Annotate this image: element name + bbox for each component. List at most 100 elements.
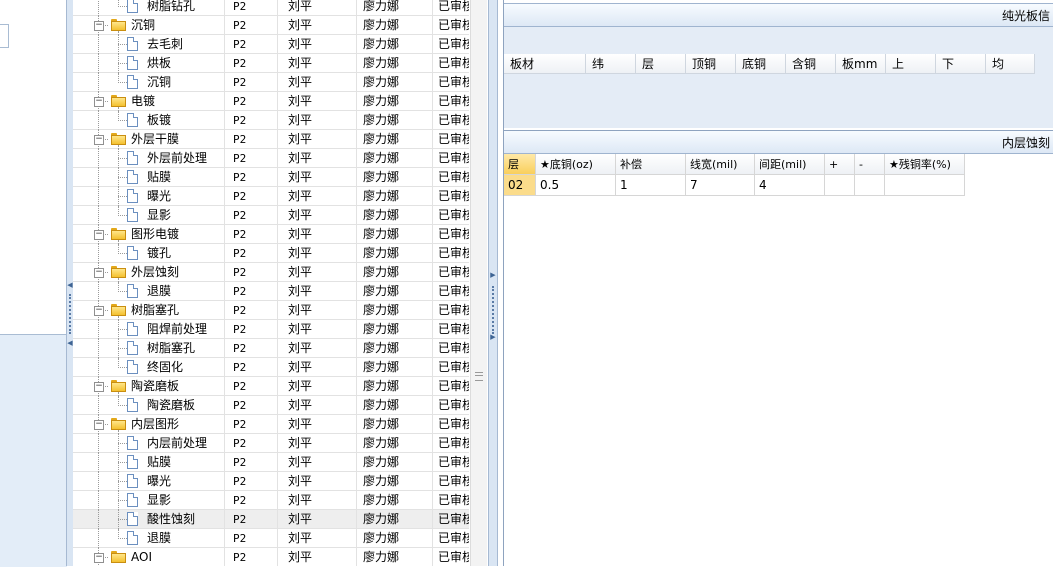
tree-row[interactable]: 沉铜 P2 刘平 廖力娜 已审核 xyxy=(73,73,469,92)
collapse-node-icon[interactable]: − xyxy=(94,97,104,107)
tree-node-cell[interactable]: 阻焊前处理 xyxy=(73,320,225,339)
tree-row[interactable]: 显影 P2 刘平 廖力娜 已审核 xyxy=(73,206,469,225)
tree-node-cell[interactable]: − 外层干膜 xyxy=(73,130,225,149)
tree-row[interactable]: 阻焊前处理 P2 刘平 廖力娜 已审核 xyxy=(73,320,469,339)
inner-etch-column-header[interactable]: 间距(mil) xyxy=(755,154,825,175)
tree-row[interactable]: 烘板 P2 刘平 廖力娜 已审核 xyxy=(73,54,469,73)
inner-etch-column-header[interactable]: 层 xyxy=(504,154,536,175)
tree-node-cell[interactable]: 贴膜 xyxy=(73,168,225,187)
tree-row[interactable]: − AOI P2 刘平 廖力娜 已审核 xyxy=(73,548,469,566)
middle-splitter[interactable]: ▶ ▶ xyxy=(488,0,498,566)
tree-node-cell[interactable]: 酸性蚀刻 xyxy=(73,510,225,529)
tree-node-cell[interactable]: − 图形电镀 xyxy=(73,225,225,244)
tree-row[interactable]: 内层前处理 P2 刘平 廖力娜 已审核 xyxy=(73,434,469,453)
tree-row[interactable]: 酸性蚀刻 P2 刘平 廖力娜 已审核 xyxy=(73,510,469,529)
board-info-column-header[interactable]: 层 xyxy=(636,54,686,74)
inner-etch-value-cell[interactable]: 4 xyxy=(755,175,825,196)
tree-node-cell[interactable]: − 陶瓷磨板 xyxy=(73,377,225,396)
tree-node-cell[interactable]: 树脂钻孔 xyxy=(73,0,225,16)
tree-row[interactable]: − 电镀 P2 刘平 廖力娜 已审核 xyxy=(73,92,469,111)
tree-vertical-scrollbar[interactable] xyxy=(470,0,487,566)
collapse-node-icon[interactable]: − xyxy=(94,306,104,316)
tree-node-cell[interactable]: 终固化 xyxy=(73,358,225,377)
tree-row[interactable]: 板镀 P2 刘平 廖力娜 已审核 xyxy=(73,111,469,130)
tree-node-cell[interactable]: − 沉铜 xyxy=(73,16,225,35)
collapse-node-icon[interactable]: − xyxy=(94,268,104,278)
tree-node-cell[interactable]: 显影 xyxy=(73,491,225,510)
tree-row[interactable]: 去毛刺 P2 刘平 廖力娜 已审核 xyxy=(73,35,469,54)
tree-node-cell[interactable]: 显影 xyxy=(73,206,225,225)
board-info-column-header[interactable]: 上 xyxy=(886,54,936,74)
left-panel-input-edge[interactable] xyxy=(0,24,9,48)
tree-row[interactable]: 贴膜 P2 刘平 廖力娜 已审核 xyxy=(73,453,469,472)
tree-node-cell[interactable]: 去毛刺 xyxy=(73,35,225,54)
tree-node-cell[interactable]: 外层前处理 xyxy=(73,149,225,168)
tree-node-cell[interactable]: 板镀 xyxy=(73,111,225,130)
collapse-node-icon[interactable]: − xyxy=(94,21,104,31)
tree-row[interactable]: 退膜 P2 刘平 廖力娜 已审核 xyxy=(73,282,469,301)
collapse-node-icon[interactable]: − xyxy=(94,420,104,430)
tree-node-cell[interactable]: − AOI xyxy=(73,548,225,566)
collapse-right-arrow-icon-2[interactable]: ▶ xyxy=(490,334,496,341)
tree-row[interactable]: 退膜 P2 刘平 廖力娜 已审核 xyxy=(73,529,469,548)
collapse-node-icon[interactable]: − xyxy=(94,135,104,145)
tree-node-cell[interactable]: 内层前处理 xyxy=(73,434,225,453)
inner-etch-value-cell[interactable] xyxy=(885,175,965,196)
collapse-node-icon[interactable]: − xyxy=(94,553,104,563)
inner-etch-column-header[interactable]: - xyxy=(855,154,885,175)
tree-row[interactable]: − 陶瓷磨板 P2 刘平 廖力娜 已审核 xyxy=(73,377,469,396)
tree-row[interactable]: − 内层图形 P2 刘平 廖力娜 已审核 xyxy=(73,415,469,434)
tree-row[interactable]: 树脂钻孔 P2 刘平 廖力娜 已审核 xyxy=(73,0,469,16)
inner-etch-value-cell[interactable]: 0.5 xyxy=(536,175,616,196)
tree-node-cell[interactable]: 退膜 xyxy=(73,282,225,301)
tree-node-cell[interactable]: − 内层图形 xyxy=(73,415,225,434)
tree-node-cell[interactable]: − 树脂塞孔 xyxy=(73,301,225,320)
inner-etch-value-cell[interactable]: 1 xyxy=(616,175,686,196)
tree-node-cell[interactable]: 陶瓷磨板 xyxy=(73,396,225,415)
tree-row[interactable]: 曝光 P2 刘平 廖力娜 已审核 xyxy=(73,472,469,491)
inner-etch-value-cell[interactable] xyxy=(855,175,885,196)
board-info-column-header[interactable]: 含铜 xyxy=(786,54,836,74)
tree-row[interactable]: 贴膜 P2 刘平 廖力娜 已审核 xyxy=(73,168,469,187)
board-info-column-header[interactable]: 底铜 xyxy=(736,54,786,74)
tree-row[interactable]: 终固化 P2 刘平 廖力娜 已审核 xyxy=(73,358,469,377)
collapse-node-icon[interactable]: − xyxy=(94,382,104,392)
inner-etch-column-header[interactable]: ★残铜率(%) xyxy=(885,154,965,175)
tree-node-cell[interactable]: 退膜 xyxy=(73,529,225,548)
inner-etch-value-cell[interactable] xyxy=(825,175,855,196)
tree-node-cell[interactable]: 烘板 xyxy=(73,54,225,73)
inner-etch-value-cell[interactable]: 7 xyxy=(686,175,755,196)
board-info-column-header[interactable]: 下 xyxy=(936,54,986,74)
tree-row[interactable]: 显影 P2 刘平 廖力娜 已审核 xyxy=(73,491,469,510)
tree-row[interactable]: − 树脂塞孔 P2 刘平 廖力娜 已审核 xyxy=(73,301,469,320)
board-info-column-header[interactable]: 纬 xyxy=(586,54,636,74)
layer-cell[interactable]: 02 xyxy=(504,175,536,196)
tree-node-cell[interactable]: 曝光 xyxy=(73,472,225,491)
tree-node-cell[interactable]: 镀孔 xyxy=(73,244,225,263)
tree-node-cell[interactable]: 曝光 xyxy=(73,187,225,206)
tree-row[interactable]: − 沉铜 P2 刘平 廖力娜 已审核 xyxy=(73,16,469,35)
board-info-column-header[interactable]: 板mm xyxy=(836,54,886,74)
tree-row[interactable]: 镀孔 P2 刘平 廖力娜 已审核 xyxy=(73,244,469,263)
tree-row[interactable]: 树脂塞孔 P2 刘平 廖力娜 已审核 xyxy=(73,339,469,358)
inner-etch-column-header[interactable]: 线宽(mil) xyxy=(686,154,755,175)
tree-row[interactable]: − 外层干膜 P2 刘平 廖力娜 已审核 xyxy=(73,130,469,149)
tree-node-cell[interactable]: 沉铜 xyxy=(73,73,225,92)
inner-etch-column-header[interactable]: + xyxy=(825,154,855,175)
tree-row[interactable]: 外层前处理 P2 刘平 廖力娜 已审核 xyxy=(73,149,469,168)
tree-node-cell[interactable]: − 电镀 xyxy=(73,92,225,111)
tree-row[interactable]: 曝光 P2 刘平 廖力娜 已审核 xyxy=(73,187,469,206)
board-info-column-header[interactable]: 板材 xyxy=(504,54,586,74)
collapse-node-icon[interactable]: − xyxy=(94,230,104,240)
tree-node-cell[interactable]: − 外层蚀刻 xyxy=(73,263,225,282)
tree-row[interactable]: − 图形电镀 P2 刘平 廖力娜 已审核 xyxy=(73,225,469,244)
tree-row[interactable]: 陶瓷磨板 P2 刘平 廖力娜 已审核 xyxy=(73,396,469,415)
board-info-column-header[interactable]: 顶铜 xyxy=(686,54,736,74)
inner-etch-column-header[interactable]: 补偿 xyxy=(616,154,686,175)
tree-row[interactable]: − 外层蚀刻 P2 刘平 廖力娜 已审核 xyxy=(73,263,469,282)
collapse-right-arrow-icon[interactable]: ▶ xyxy=(490,272,496,279)
tree-node-cell[interactable]: 树脂塞孔 xyxy=(73,339,225,358)
board-info-column-header[interactable]: 均 xyxy=(986,54,1035,74)
tree-node-cell[interactable]: 贴膜 xyxy=(73,453,225,472)
scrollbar-grip-icon[interactable] xyxy=(475,372,483,381)
